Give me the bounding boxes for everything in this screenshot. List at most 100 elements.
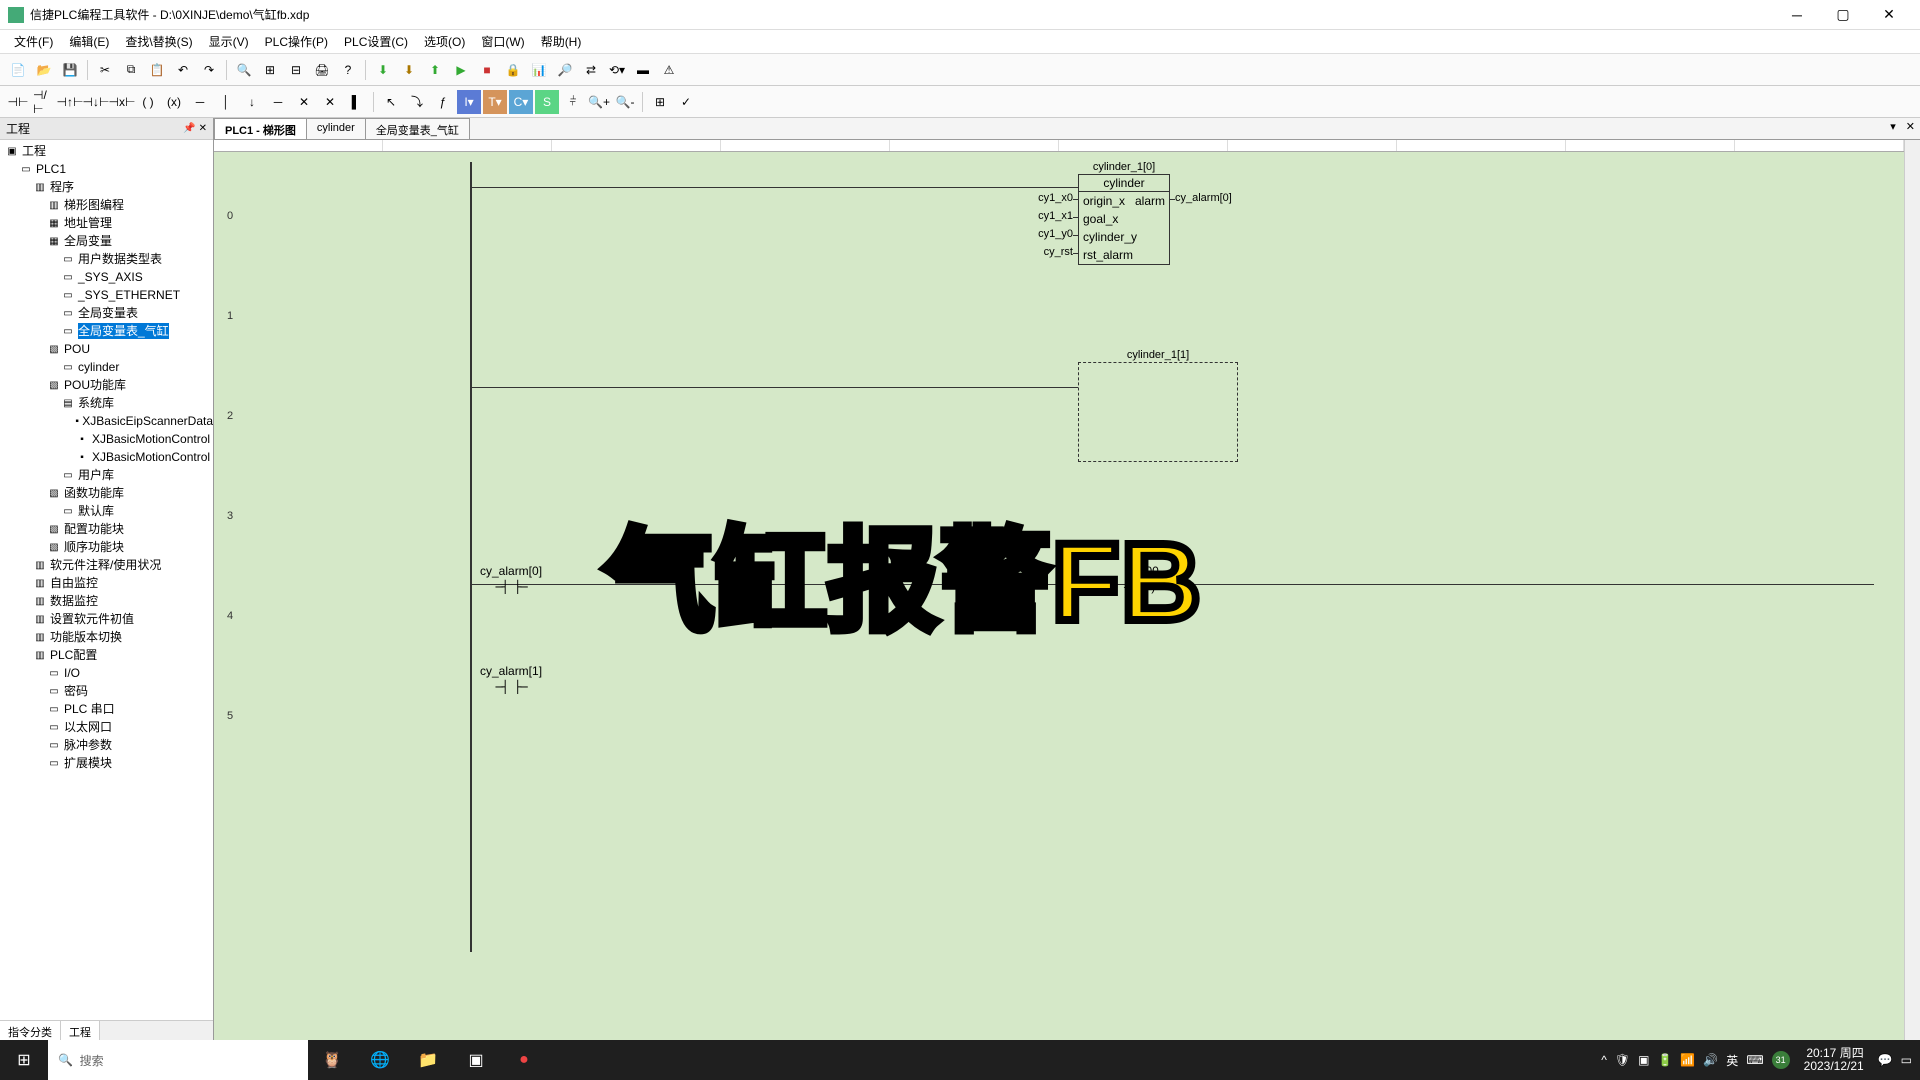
tree-item-8[interactable]: ▭_SYS_ETHERNET [0,286,213,304]
tree-item-32[interactable]: ▭以太网口 [0,718,213,736]
upload-icon[interactable]: ⬆ [423,58,447,82]
download-icon[interactable]: ⬇ [371,58,395,82]
tray-wifi-icon[interactable]: 📶 [1680,1053,1695,1067]
insert-i-icon[interactable]: I▾ [457,90,481,114]
tree-item-34[interactable]: ▭扩展模块 [0,754,213,772]
menu-options[interactable]: 选项(O) [416,30,473,53]
tray-keyboard-icon[interactable]: ⌨ [1746,1053,1763,1067]
tree-item-9[interactable]: ▭全局变量表 [0,304,213,322]
tree-item-13[interactable]: ▧POU功能库 [0,376,213,394]
tab-cylinder[interactable]: cylinder [306,118,366,139]
find-icon[interactable]: 🔍 [232,58,256,82]
tree-item-4[interactable]: ▦地址管理 [0,214,213,232]
task-app-icon[interactable]: ▣ [452,1040,500,1080]
tree-item-12[interactable]: ▭cylinder [0,358,213,376]
contact-nc-icon[interactable]: ⊣/⊢ [32,90,56,114]
tree-item-22[interactable]: ▧顺序功能块 [0,538,213,556]
tray-action-icon[interactable]: ▭ [1901,1053,1912,1067]
tree-item-19[interactable]: ▧函数功能库 [0,484,213,502]
pointer-icon[interactable]: ↖ [379,90,403,114]
tree-item-14[interactable]: ▤系统库 [0,394,213,412]
taskbar-search[interactable]: 🔍 搜索 [48,1040,308,1080]
insert-s-icon[interactable]: S [535,90,559,114]
tree-item-11[interactable]: ▧POU [0,340,213,358]
menu-view[interactable]: 显示(V) [201,30,257,53]
tray-badge-icon[interactable]: 31 [1772,1051,1790,1069]
del-vline-icon[interactable]: ✕ [318,90,342,114]
tray-chevron-icon[interactable]: ^ [1601,1053,1607,1067]
tree-item-18[interactable]: ▭用户库 [0,466,213,484]
insert-c-icon[interactable]: C▾ [509,90,533,114]
maximize-button[interactable]: ▢ [1820,0,1866,30]
func-icon[interactable]: ƒ [431,90,455,114]
device-icon[interactable]: ▬ [631,58,655,82]
start-button[interactable]: ⊞ [0,1040,48,1080]
system-tray[interactable]: ^ 🛡 ▣ 🔋 📶 🔊 英 ⌨ 31 20:17 周四 2023/12/21 💬… [1593,1047,1920,1073]
taskbar-clock[interactable]: 20:17 周四 2023/12/21 [1798,1047,1870,1073]
tray-ime[interactable]: 英 [1726,1052,1738,1069]
tree-item-25[interactable]: ▥数据监控 [0,592,213,610]
sync-icon[interactable]: ⟲▾ [605,58,629,82]
fb-cylinder-0[interactable]: cylinder_1[0] cylinder origin_xalarm goa… [1078,174,1170,265]
down-icon[interactable]: ↓ [240,90,264,114]
tray-volume-icon[interactable]: 🔊 [1703,1053,1718,1067]
run-icon[interactable]: ▶ [449,58,473,82]
coil-icon[interactable]: ( ) [136,90,160,114]
tree-item-24[interactable]: ▥自由监控 [0,574,213,592]
pin-icon[interactable]: 📌 ✕ [183,123,207,134]
contact-p-icon[interactable]: ⊣↑⊢ [58,90,82,114]
compare-icon[interactable]: ⇄ [579,58,603,82]
tree-item-21[interactable]: ▧配置功能块 [0,520,213,538]
tree-item-30[interactable]: ▭密码 [0,682,213,700]
zoomout-icon[interactable]: 🔍- [613,90,637,114]
undo-icon[interactable]: ↶ [171,58,195,82]
ladder-canvas[interactable]: 0 1 2 3 4 5 cylinder_1[0] cylinder origi… [214,140,1904,1043]
tray-battery-icon[interactable]: 🔋 [1657,1053,1672,1067]
hline2-icon[interactable]: ─ [266,90,290,114]
contact-no-icon[interactable]: ⊣⊢ [6,90,30,114]
cut-icon[interactable]: ✂ [93,58,117,82]
menu-find[interactable]: 查找\替换(S) [117,30,200,53]
tree-item-26[interactable]: ▥设置软元件初值 [0,610,213,628]
print-icon[interactable]: 🖨 [310,58,334,82]
tab-close[interactable]: ✕ [1901,118,1920,139]
fb-cylinder-1[interactable]: cylinder_1[1] [1078,362,1238,462]
branch-icon[interactable]: ⤵ [405,90,429,114]
contact-cy-alarm1[interactable]: cy_alarm[1] ─┤ ├─ [480,664,542,694]
ladder-icon[interactable]: ⊟ [284,58,308,82]
tree-item-7[interactable]: ▭_SYS_AXIS [0,268,213,286]
tray-app-icon[interactable]: ▣ [1638,1053,1649,1067]
new-icon[interactable]: 📄 [6,58,30,82]
close-button[interactable]: ✕ [1866,0,1912,30]
tree-item-33[interactable]: ▭脉冲参数 [0,736,213,754]
help-icon[interactable]: ? [336,58,360,82]
del-hline-icon[interactable]: ✕ [292,90,316,114]
tree-item-31[interactable]: ▭PLC 串口 [0,700,213,718]
task-edge-icon[interactable]: 🌐 [356,1040,404,1080]
compare-icon[interactable]: ⫩ [561,90,585,114]
vline-icon[interactable]: │ [214,90,238,114]
editor-vscroll[interactable] [1904,140,1920,1043]
tab-dropdown[interactable]: ▾ [1885,118,1901,139]
tab-global[interactable]: 全局变量表_气缸 [365,118,470,139]
tool2-icon[interactable]: ✓ [674,90,698,114]
menu-edit[interactable]: 编辑(E) [61,30,117,53]
tree-item-28[interactable]: ▥PLC配置 [0,646,213,664]
tree-item-23[interactable]: ▥软元件注释/使用状况 [0,556,213,574]
tree-item-20[interactable]: ▭默认库 [0,502,213,520]
tray-shield-icon[interactable]: 🛡 [1615,1053,1630,1067]
task-bird-icon[interactable]: 🦉 [308,1040,356,1080]
contact-del-icon[interactable]: ⊣x⊢ [110,90,134,114]
tree-item-5[interactable]: ▦全局变量 [0,232,213,250]
vbar-icon[interactable]: ▌ [344,90,368,114]
tree-item-17[interactable]: ▪XJBasicMotionControl [0,448,213,466]
grid-icon[interactable]: ⊞ [258,58,282,82]
copy-icon[interactable]: ⧉ [119,58,143,82]
save-icon[interactable]: 💾 [58,58,82,82]
paste-icon[interactable]: 📋 [145,58,169,82]
tree-item-2[interactable]: ▥程序 [0,178,213,196]
insert-t-icon[interactable]: T▾ [483,90,507,114]
task-record-icon[interactable]: ● [500,1040,548,1080]
tree-item-0[interactable]: ▣工程 [0,142,213,160]
menu-window[interactable]: 窗口(W) [473,30,532,53]
